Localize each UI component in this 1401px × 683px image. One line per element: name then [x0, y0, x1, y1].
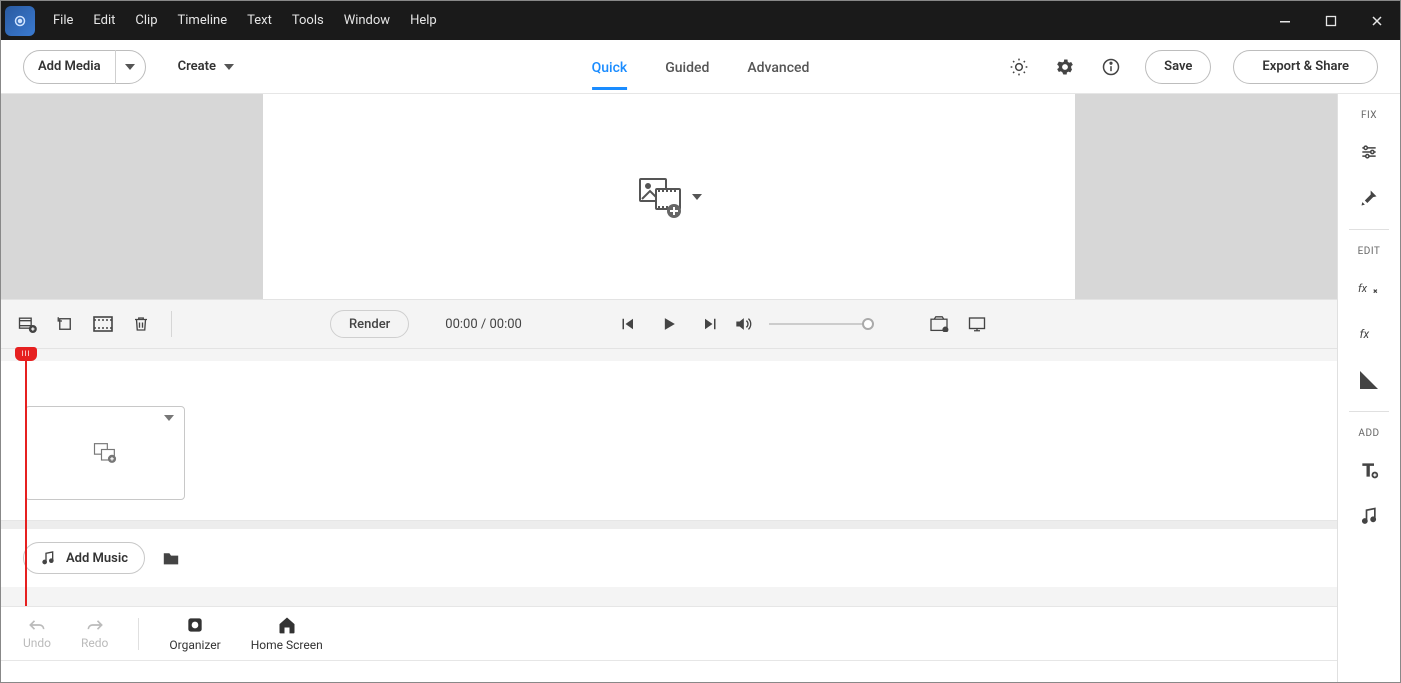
toolbar: Add Media Create Quick Guided Advanced S… — [1, 40, 1400, 94]
export-share-button[interactable]: Export & Share — [1233, 50, 1378, 84]
redo-icon — [85, 617, 105, 633]
info-icon[interactable] — [1099, 55, 1123, 79]
playhead[interactable]: III — [15, 347, 37, 361]
playhead-line — [25, 349, 27, 606]
section-add-label: ADD — [1358, 428, 1379, 439]
tab-guided[interactable]: Guided — [665, 44, 709, 90]
tab-advanced[interactable]: Advanced — [747, 44, 809, 90]
redo-label: Redo — [81, 636, 108, 650]
redo-button[interactable]: Redo — [81, 617, 108, 650]
timeline: III Add Music — [1, 349, 1337, 606]
music-note-icon — [40, 550, 56, 566]
filmstrip-icon[interactable] — [91, 312, 115, 336]
status-bar — [1, 660, 1337, 682]
prev-frame-button[interactable] — [615, 312, 639, 336]
undo-button[interactable]: Undo — [23, 617, 51, 650]
svg-text:fx: fx — [1360, 327, 1370, 341]
organizer-button[interactable]: Organizer — [169, 615, 220, 652]
titlebar: File Edit Clip Timeline Text Tools Windo… — [1, 1, 1400, 40]
volume-slider[interactable] — [769, 323, 869, 325]
chevron-down-icon — [692, 194, 702, 200]
empty-clip-slot[interactable] — [25, 406, 185, 500]
menu-timeline[interactable]: Timeline — [168, 1, 238, 40]
save-button[interactable]: Save — [1145, 50, 1211, 84]
brightness-icon[interactable] — [1007, 55, 1031, 79]
fullscreen-icon[interactable] — [965, 312, 989, 336]
undo-label: Undo — [23, 636, 51, 650]
next-frame-button[interactable] — [699, 312, 723, 336]
play-button[interactable] — [657, 312, 681, 336]
chevron-down-icon[interactable] — [115, 50, 145, 84]
menu-clip[interactable]: Clip — [125, 1, 167, 40]
track-separator — [1, 521, 1337, 529]
menu-window[interactable]: Window — [334, 1, 400, 40]
rotate-icon[interactable] — [53, 312, 77, 336]
tools-icon[interactable] — [1348, 177, 1390, 219]
menu-text[interactable]: Text — [237, 1, 282, 40]
add-clip-icon[interactable] — [15, 312, 39, 336]
app-icon — [5, 6, 35, 36]
menu-help[interactable]: Help — [400, 1, 447, 40]
right-panel: FIX EDIT fx fx ADD — [1337, 94, 1400, 682]
home-label: Home Screen — [251, 638, 323, 652]
tab-quick[interactable]: Quick — [592, 44, 628, 90]
fx-alt-icon[interactable]: fx — [1348, 267, 1390, 309]
snapshot-icon[interactable] — [927, 312, 951, 336]
volume-icon[interactable] — [731, 312, 755, 336]
menu-file[interactable]: File — [43, 1, 83, 40]
menu-edit[interactable]: Edit — [83, 1, 125, 40]
add-media-label: Add Media — [24, 59, 115, 74]
add-media-button[interactable]: Add Media — [23, 50, 146, 84]
adjust-icon[interactable] — [1348, 131, 1390, 173]
audio-track: Add Music — [1, 529, 1337, 587]
svg-text:fx: fx — [1358, 282, 1368, 295]
fx-icon[interactable]: fx — [1348, 313, 1390, 355]
add-media-small-icon — [91, 439, 119, 467]
bottom-bar: Undo Redo Organizer Home Screen — [1, 606, 1337, 660]
undo-icon — [27, 617, 47, 633]
transport-bar: Render 00:00 / 00:00 — [1, 299, 1337, 349]
color-icon[interactable] — [1348, 359, 1390, 401]
preview-area — [1, 94, 1337, 299]
video-track[interactable] — [1, 361, 1337, 521]
add-music-label: Add Music — [66, 551, 128, 566]
home-icon — [277, 615, 297, 635]
gear-icon[interactable] — [1053, 55, 1077, 79]
music-icon[interactable] — [1348, 495, 1390, 537]
section-fix-label: FIX — [1361, 110, 1377, 121]
chevron-down-icon — [224, 64, 234, 70]
organizer-icon — [185, 615, 205, 635]
organizer-label: Organizer — [169, 638, 220, 652]
menu-tools[interactable]: Tools — [282, 1, 334, 40]
render-button[interactable]: Render — [330, 310, 409, 338]
home-screen-button[interactable]: Home Screen — [251, 615, 323, 652]
preview-canvas[interactable] — [263, 94, 1075, 299]
window-close-button[interactable] — [1354, 5, 1400, 37]
window-minimize-button[interactable] — [1262, 5, 1308, 37]
add-media-placeholder-icon — [636, 173, 684, 221]
folder-icon[interactable] — [159, 546, 183, 570]
timeline-ruler[interactable]: III — [1, 349, 1337, 361]
add-music-button[interactable]: Add Music — [23, 542, 145, 574]
section-edit-label: EDIT — [1358, 246, 1381, 257]
create-label: Create — [178, 59, 216, 74]
trash-icon[interactable] — [129, 312, 153, 336]
chevron-down-icon[interactable] — [164, 415, 174, 421]
text-icon[interactable] — [1348, 449, 1390, 491]
create-button[interactable]: Create — [168, 59, 244, 74]
timecode: 00:00 / 00:00 — [445, 317, 522, 332]
window-maximize-button[interactable] — [1308, 5, 1354, 37]
